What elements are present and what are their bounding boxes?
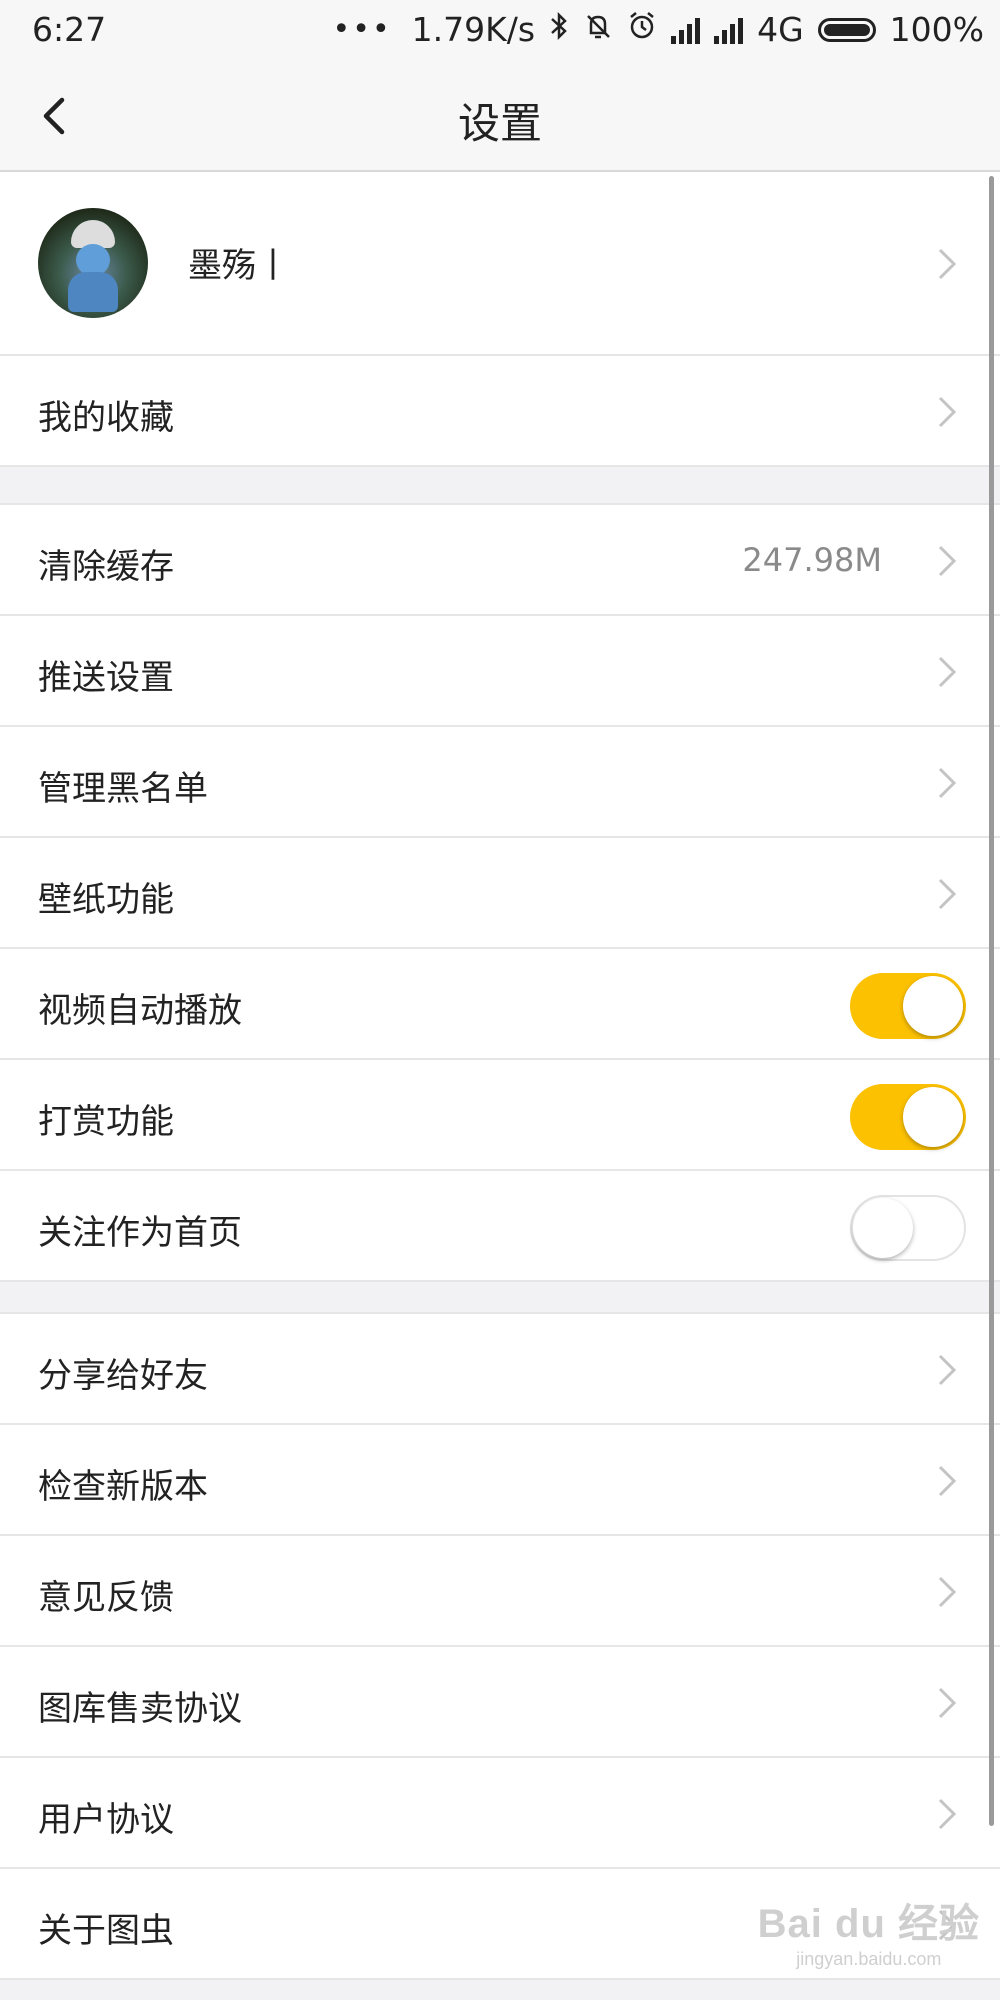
alarm-icon: [627, 11, 657, 49]
feedback-row[interactable]: 意见反馈: [0, 1536, 1000, 1647]
chevron-right-icon: [938, 545, 957, 577]
wallpaper-row[interactable]: 壁纸功能: [0, 838, 1000, 949]
follow-home-label: 关注作为首页: [38, 1213, 242, 1253]
chevron-right-icon: [938, 767, 957, 799]
reward-label: 打赏功能: [38, 1102, 174, 1142]
feedback-label: 意见反馈: [38, 1578, 174, 1618]
share-label: 分享给好友: [38, 1356, 208, 1396]
favorites-row[interactable]: 我的收藏: [0, 356, 1000, 467]
clear-cache-row[interactable]: 清除缓存 247.98M: [0, 505, 1000, 616]
scrollbar[interactable]: [989, 176, 994, 1826]
network-type: 4G: [757, 10, 804, 49]
reward-toggle[interactable]: [850, 1084, 966, 1150]
chevron-right-icon: [938, 878, 957, 910]
gallery-agreement-row[interactable]: 图库售卖协议: [0, 1647, 1000, 1758]
chevron-right-icon: [938, 1465, 957, 1497]
gallery-agreement-label: 图库售卖协议: [38, 1689, 242, 1729]
chevron-right-icon: [938, 1687, 957, 1719]
push-settings-label: 推送设置: [38, 658, 174, 698]
favorites-label: 我的收藏: [38, 398, 174, 438]
blacklist-row[interactable]: 管理黑名单: [0, 727, 1000, 838]
status-icons: ••• 1.79K/s 4G 100%: [333, 10, 984, 49]
mute-bell-icon: [583, 11, 613, 49]
chevron-right-icon: [938, 1798, 957, 1830]
share-row[interactable]: 分享给好友: [0, 1314, 1000, 1425]
signal-icon: [671, 16, 701, 44]
watermark-sub: jingyan.baidu.com: [796, 1949, 942, 1969]
about-label: 关于图虫: [38, 1911, 174, 1951]
chevron-right-icon: [938, 656, 957, 688]
settings-list: 墨殇丨 我的收藏 清除缓存 247.98M 推送设置 管理黑名单 壁纸功能 视频…: [0, 172, 1000, 1980]
chevron-right-icon: [938, 396, 957, 428]
chevron-right-icon: [938, 248, 957, 280]
video-autoplay-row: 视频自动播放: [0, 949, 1000, 1060]
reward-row: 打赏功能: [0, 1060, 1000, 1171]
nav-bar: 设置: [0, 62, 1000, 172]
signal-icon-2: [714, 16, 744, 44]
more-dots-icon: •••: [332, 12, 392, 47]
battery-percent: 100%: [889, 10, 984, 49]
watermark-main: Bai du 经验: [757, 1902, 980, 1946]
chevron-right-icon: [938, 1354, 957, 1386]
push-settings-row[interactable]: 推送设置: [0, 616, 1000, 727]
network-speed: 1.79K/s: [411, 10, 536, 49]
check-update-row[interactable]: 检查新版本: [0, 1425, 1000, 1536]
user-agreement-row[interactable]: 用户协议: [0, 1758, 1000, 1869]
wallpaper-label: 壁纸功能: [38, 880, 174, 920]
avatar: [38, 208, 148, 318]
bluetooth-icon: [549, 11, 569, 49]
follow-home-toggle[interactable]: [850, 1195, 966, 1261]
user-agreement-label: 用户协议: [38, 1800, 174, 1840]
blacklist-label: 管理黑名单: [38, 769, 208, 809]
page-title: 设置: [457, 99, 542, 148]
section-divider: [0, 1282, 1000, 1314]
battery-icon: [817, 17, 876, 42]
chevron-right-icon: [938, 1576, 957, 1608]
cache-size: 247.98M: [742, 541, 882, 579]
watermark: Bai du 经验 jingyan.baidu.com: [758, 1891, 980, 1970]
follow-home-row: 关注作为首页: [0, 1171, 1000, 1282]
user-name: 墨殇丨: [188, 246, 290, 286]
status-time: 6:27: [32, 10, 107, 49]
profile-row[interactable]: 墨殇丨: [0, 172, 1000, 356]
status-bar: 6:27 ••• 1.79K/s 4G 100%: [0, 0, 1000, 62]
check-update-label: 检查新版本: [38, 1467, 208, 1507]
section-divider: [0, 467, 1000, 505]
video-autoplay-label: 视频自动播放: [38, 991, 242, 1031]
video-autoplay-toggle[interactable]: [850, 973, 966, 1039]
clear-cache-label: 清除缓存: [38, 547, 174, 587]
